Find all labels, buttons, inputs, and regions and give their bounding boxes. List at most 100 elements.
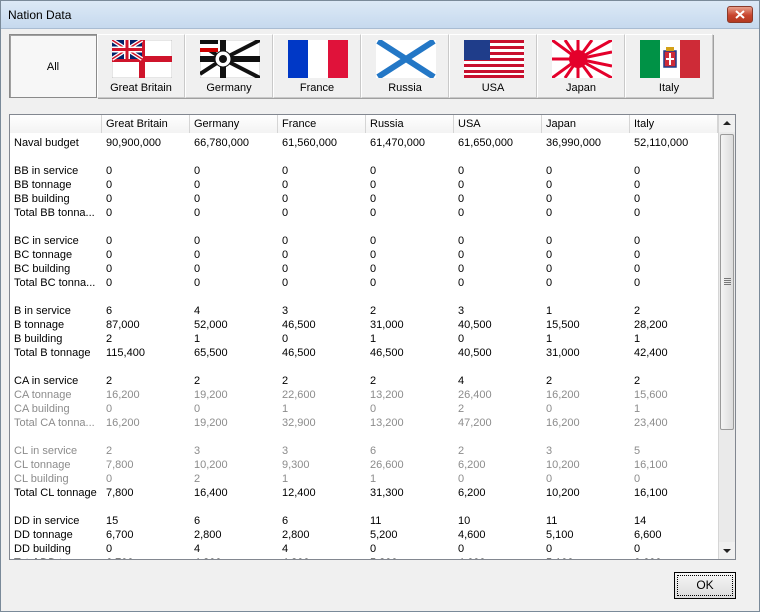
flag-label: USA: [481, 82, 505, 94]
data-cell: [542, 500, 630, 514]
table-row[interactable]: Naval budget 90,900,000 66,780,000 61,560,0…: [10, 136, 718, 150]
title-bar[interactable]: Nation Data: [1, 1, 759, 29]
data-cell: 0: [282, 277, 289, 289]
filter-usa-button[interactable]: USA: [449, 34, 537, 98]
table-row[interactable]: Total CL tonnage 7,800 16,400 12,400 31,300 6…: [10, 486, 718, 500]
table-row[interactable]: CA building 0 0 1 0 2 0 1: [10, 402, 718, 416]
table-row[interactable]: [10, 500, 718, 514]
data-cell: [630, 500, 718, 514]
data-cell: 1: [370, 473, 377, 485]
data-cell: 0: [106, 543, 113, 555]
table-row[interactable]: CL in service 2 3 3 6 2 3 5: [10, 444, 718, 458]
column-header[interactable]: Russia: [366, 115, 454, 133]
row-label: CL in service: [14, 445, 78, 457]
table-row[interactable]: [10, 360, 718, 374]
table-row[interactable]: B building 2 1 0 1 0 1 1: [10, 332, 718, 346]
table-row[interactable]: [10, 430, 718, 444]
table-row[interactable]: DD building 0 4 4 0 0 0 0: [10, 542, 718, 556]
flag-label: France: [299, 82, 335, 94]
filter-france-button[interactable]: France: [273, 34, 361, 98]
table-row[interactable]: [10, 220, 718, 234]
data-cell: 0: [370, 249, 377, 261]
data-cell: 31,000: [546, 347, 580, 359]
data-cell: 36,990,000: [546, 137, 602, 149]
table-row[interactable]: B in service 6 4 3 2 3 1 2: [10, 304, 718, 318]
table-row[interactable]: BB building 0 0 0 0 0 0 0: [10, 192, 718, 206]
data-cell: 2: [194, 473, 201, 485]
column-header[interactable]: Germany: [190, 115, 278, 133]
filter-great-britain-button[interactable]: Great Britain: [97, 34, 185, 98]
table-row[interactable]: DD in service 15 6 6 11 10 11 14: [10, 514, 718, 528]
data-cell: 26,400: [458, 389, 492, 401]
data-cell: 0: [106, 165, 113, 177]
row-label: Total CL tonnage: [14, 487, 97, 499]
column-header[interactable]: USA: [454, 115, 542, 133]
row-label: BB tonnage: [14, 179, 72, 191]
table-row[interactable]: DD tonnage 6,700 2,800 2,800 5,200 4,600 5,100…: [10, 528, 718, 542]
table-row[interactable]: Total BB tonna... 0 0 0 0 0 0 0: [10, 206, 718, 220]
table-row[interactable]: CL tonnage 7,800 10,200 9,300 26,600 6,200 10,…: [10, 458, 718, 472]
filter-japan-button[interactable]: Japan: [537, 34, 625, 98]
data-cell: 0: [370, 179, 377, 191]
table-row[interactable]: BC building 0 0 0 0 0 0 0: [10, 262, 718, 276]
data-cell: 0: [106, 235, 113, 247]
column-header[interactable]: Great Britain: [102, 115, 190, 133]
data-cell: [190, 500, 278, 514]
data-cell: 0: [106, 193, 113, 205]
data-cell: [190, 150, 278, 164]
ok-button[interactable]: OK: [674, 572, 736, 599]
table-row[interactable]: CA tonnage 16,200 19,200 22,600 13,200 26,400…: [10, 388, 718, 402]
data-cell: 2: [458, 403, 465, 415]
column-header[interactable]: Italy: [630, 115, 718, 133]
data-cell: [366, 360, 454, 374]
scroll-up-button[interactable]: [719, 115, 735, 132]
data-cell: 0: [458, 249, 465, 261]
table-row[interactable]: CL building 0 2 1 1 0 0 0: [10, 472, 718, 486]
data-cell: 13,200: [370, 389, 404, 401]
table-row[interactable]: Total DD tonna...6,7004,8004,8005,2004,6…: [10, 556, 718, 559]
data-cell: 6: [282, 515, 289, 527]
data-cell: [542, 290, 630, 304]
data-cell: 61,560,000: [282, 137, 338, 149]
table-row[interactable]: [10, 150, 718, 164]
data-cell: 0: [194, 193, 201, 205]
row-label: [10, 150, 102, 164]
data-cell: 0: [546, 235, 553, 247]
data-cell: 0: [194, 263, 201, 275]
table-row[interactable]: BC in service 0 0 0 0 0 0 0: [10, 234, 718, 248]
data-cell: 0: [370, 263, 377, 275]
data-cell: 0: [282, 165, 289, 177]
column-header[interactable]: France: [278, 115, 366, 133]
vertical-scrollbar[interactable]: [718, 115, 735, 559]
data-cell: 0: [458, 277, 465, 289]
data-cell: 4: [282, 543, 289, 555]
data-cell: 14: [634, 515, 647, 527]
table-body[interactable]: Naval budget 90,900,000 66,780,000 61,560,0…: [10, 134, 718, 559]
close-icon[interactable]: [727, 6, 753, 23]
filter-germany-button[interactable]: Germany: [185, 34, 273, 98]
data-cell: 19,200: [194, 417, 228, 429]
row-label: Total CA tonna...: [14, 417, 95, 429]
table-row[interactable]: Total B tonnage 115,400 65,500 46,500 46,500…: [10, 346, 718, 360]
filter-all-button[interactable]: All: [9, 34, 97, 98]
table-row[interactable]: Total BC tonna... 0 0 0 0 0 0 0: [10, 276, 718, 290]
filter-italy-button[interactable]: Italy: [625, 34, 713, 98]
table-row[interactable]: BB in service 0 0 0 0 0 0 0: [10, 164, 718, 178]
data-cell: 2: [370, 375, 377, 387]
row-label: [10, 220, 102, 234]
scroll-thumb[interactable]: [720, 134, 734, 430]
column-header[interactable]: Japan: [542, 115, 630, 133]
scroll-down-button[interactable]: [719, 542, 735, 559]
table-row[interactable]: Total CA tonna... 16,200 19,200 32,900 13,20…: [10, 416, 718, 430]
table-row[interactable]: CA in service 2 2 2 2 4 2 2: [10, 374, 718, 388]
data-cell: [102, 290, 190, 304]
data-cell: 22,600: [282, 389, 316, 401]
data-cell: 2: [546, 375, 553, 387]
table-row[interactable]: B tonnage 87,000 52,000 46,500 31,000 40,500 1…: [10, 318, 718, 332]
data-cell: [366, 220, 454, 234]
data-cell: 0: [106, 249, 113, 261]
table-row[interactable]: BC tonnage 0 0 0 0 0 0 0: [10, 248, 718, 262]
filter-russia-button[interactable]: Russia: [361, 34, 449, 98]
table-row[interactable]: BB tonnage 0 0 0 0 0 0 0: [10, 178, 718, 192]
table-row[interactable]: [10, 290, 718, 304]
